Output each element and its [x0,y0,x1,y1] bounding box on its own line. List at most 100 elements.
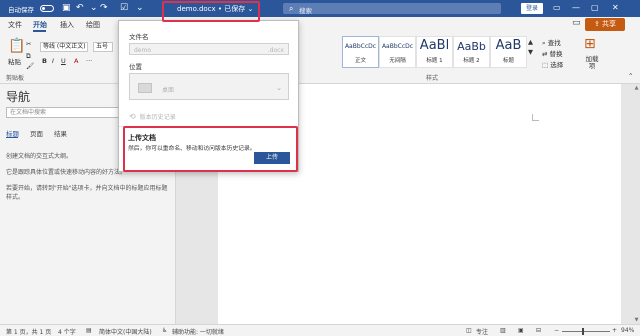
style-normal[interactable]: AaBbCcDc 正文 [342,36,379,68]
chevron-down-icon: ⌄ [276,84,282,92]
filename-extension: .docx [267,47,284,54]
proofing-icon[interactable]: ▤ [86,327,92,334]
font-size-box[interactable]: 五号 [93,42,113,52]
style-preview: AaBl [419,38,450,53]
style-name: 正文 [354,58,366,64]
location-select[interactable]: 桌面 ⌄ [129,73,289,100]
tab-draw[interactable]: 绘图 [86,20,100,30]
search-icon: ⌕ [289,4,294,13]
addins-icon[interactable]: ⊞ [584,36,596,52]
style-preview: AaBbCcDc [344,43,377,50]
comment-icon[interactable]: ▭ [572,18,581,28]
crop-mark [532,114,539,121]
select-label: 选择 [550,61,564,69]
ribbon-tabs: 文件 开始 插入 绘图 [0,17,640,32]
tab-home[interactable]: 开始 [33,20,47,30]
customize-toolbar-icon[interactable]: ⌄ [136,2,144,14]
undo-dropdown-icon[interactable]: ⌄ [90,2,98,14]
status-bar: 第 1 页，共 1 页 4 个字 ▤ 简体中文(中国大陆) ♿ 辅助功能: 一切… [0,324,640,336]
styles-scroll-up-icon[interactable]: ▲ [528,38,533,46]
replace-button[interactable]: ⇄ 替换 [542,48,563,58]
style-preview: AaB [495,38,522,53]
language-indicator[interactable]: 简体中文(中国大陆) [99,327,152,336]
format-painter-icon[interactable]: 🖌 [26,62,34,70]
save-icon[interactable]: ▣ [62,2,71,14]
login-button[interactable]: 登录 [521,3,543,14]
ribbon-display-icon[interactable]: ▭ [553,2,561,14]
more-font-icon[interactable]: ··· [86,57,92,65]
styles-scroll-down-icon[interactable]: ▼ [528,48,533,56]
select-icon: ⬚ [542,61,551,69]
undo-icon[interactable]: ↶ [76,2,84,14]
page-count[interactable]: 第 1 页，共 1 页 [6,327,51,336]
autosave-toggle[interactable] [40,5,54,12]
vertical-scrollbar[interactable]: ▲ ▼ [633,84,640,324]
zoom-out-icon[interactable]: − [554,327,559,334]
find-button[interactable]: ⌕ 查找 [542,37,561,48]
zoom-slider-thumb[interactable] [582,328,584,335]
upload-highlight-box [123,126,298,172]
ribbon: 📋 粘贴 ✂ ⧉ 🖌 剪贴板 等线 (中文正文) 五号 B I U A ··· … [0,32,640,84]
focus-icon: ◫ [466,327,472,334]
autosave-label: 自动保存 [8,6,34,14]
nav-tab-pages[interactable]: 页面 [30,128,43,138]
filename-value: demo [134,47,152,54]
zoom-slider[interactable] [562,331,610,332]
read-mode-icon[interactable]: ▥ [500,327,506,334]
styles-group-label: 样式 [426,75,439,82]
maximize-icon[interactable]: ▢ [591,2,599,14]
paste-label[interactable]: 粘贴 [8,56,21,66]
font-name-box[interactable]: 等线 (中文正文) [40,42,88,52]
style-no-spacing[interactable]: AaBbCcDc 无间隔 [379,36,416,68]
style-title[interactable]: AaB 标题 [490,36,527,68]
font-name-value: 等线 (中文正文) [43,43,86,50]
collapse-ribbon-icon[interactable]: ⌃ [628,72,633,80]
italic-icon[interactable]: I [52,57,54,65]
select-button[interactable]: ⬚ 选择 [542,59,563,69]
style-name: 无间隔 [389,58,406,64]
version-history-link[interactable]: ⟲ 版本历史记录 [129,112,176,121]
style-heading-2[interactable]: AaBb 标题 2 [453,36,490,68]
accessibility-status[interactable]: 辅助功能: 一切就绪 [172,327,224,336]
history-icon: ⟲ [129,112,136,121]
underline-icon[interactable]: U [61,57,66,65]
close-icon[interactable]: ✕ [612,2,619,14]
cut-icon[interactable]: ✂ [26,40,31,48]
nav-tab-indicator [6,137,18,138]
tab-insert[interactable]: 插入 [60,20,74,30]
font-color-icon[interactable]: A [74,57,78,65]
zoom-in-icon[interactable]: + [612,327,617,334]
location-label: 位置 [129,63,142,71]
scroll-up-icon[interactable]: ▲ [633,85,640,91]
word-count[interactable]: 4 个字 [58,327,76,336]
nav-tab-results[interactable]: 结果 [54,128,67,138]
nav-search-placeholder: 在文档中搜索 [10,109,47,116]
print-layout-icon[interactable]: ▣ [518,327,524,334]
search-box[interactable]: ⌕ 搜索 [283,3,501,15]
filename-label: 文件名 [129,33,149,41]
copy-icon[interactable]: ⧉ [26,52,31,61]
form-icon[interactable]: ☑ [120,2,128,14]
paste-icon[interactable]: 📋 [8,38,25,54]
minimize-icon[interactable]: — [572,2,580,14]
web-layout-icon[interactable]: ⊟ [536,327,541,334]
redo-icon[interactable]: ↷ [100,2,108,14]
filename-input[interactable]: demo .docx [129,43,289,55]
tab-file[interactable]: 文件 [8,20,22,30]
focus-mode[interactable]: 专注 [476,327,488,336]
bold-icon[interactable]: B [42,57,47,65]
addins-label[interactable]: 加载项 [583,56,601,70]
zoom-level[interactable]: 94% [621,327,634,334]
style-preview: AaBb [457,40,486,53]
version-history-label: 版本历史记录 [139,114,176,121]
share-icon: ⇪ [593,20,600,28]
location-value: 桌面 [162,87,175,94]
document-title[interactable]: demo.docx • 已保存 ⌄ [177,4,253,14]
scroll-down-icon[interactable]: ▼ [633,317,640,323]
nav-help-text: 若要开始，请转到"开始"选项卡，并向文档中的标题应用标题样式。 [6,185,168,201]
clipboard-group-label: 剪贴板 [6,75,25,82]
style-name: 标题 2 [463,58,480,64]
share-button[interactable]: ⇪ 共享 [585,18,625,31]
style-heading-1[interactable]: AaBl 标题 1 [416,36,453,68]
font-size-value: 五号 [96,43,109,50]
